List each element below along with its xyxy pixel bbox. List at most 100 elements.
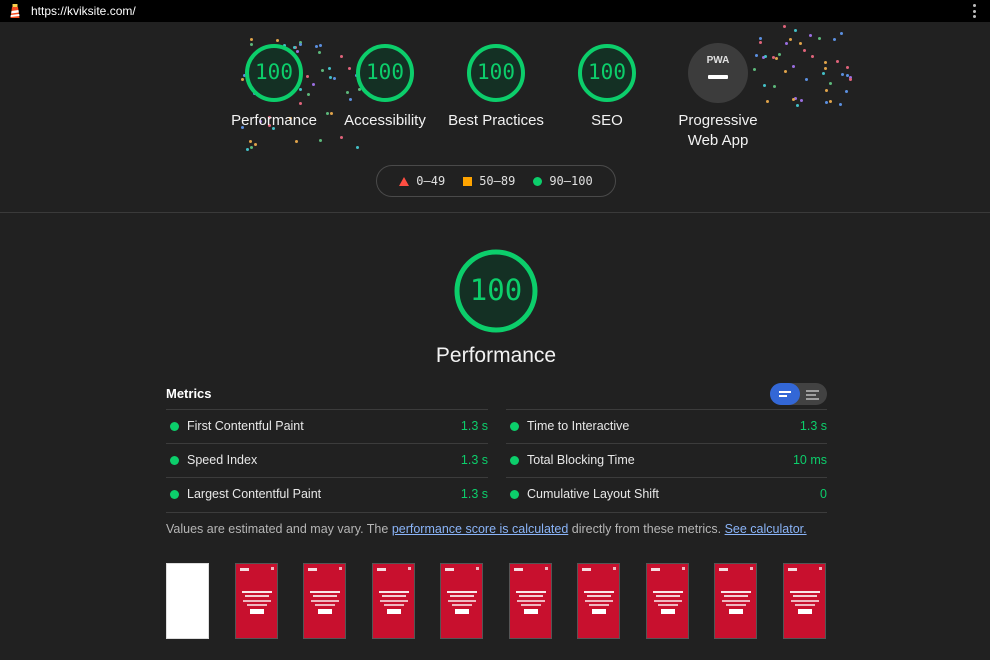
confetti-dot bbox=[840, 32, 843, 35]
score-scale-legend: 0–49 50–89 90–100 bbox=[376, 165, 616, 197]
confetti-dot bbox=[829, 82, 832, 85]
confetti-dot bbox=[340, 136, 343, 139]
filmstrip-frame bbox=[166, 563, 209, 639]
confetti-dot bbox=[818, 37, 821, 40]
confetti-dot bbox=[846, 66, 849, 69]
category-gauge: 100 bbox=[436, 248, 556, 334]
confetti-dot bbox=[789, 38, 792, 41]
metrics-note: Values are estimated and may vary. The p… bbox=[166, 522, 807, 536]
metric-value: 0 bbox=[820, 487, 827, 501]
metric-name: Cumulative Layout Shift bbox=[527, 487, 660, 501]
section-divider bbox=[0, 212, 990, 213]
filmstrip-frame bbox=[235, 563, 278, 639]
filmstrip-frame bbox=[577, 563, 620, 639]
legend-average: 50–89 bbox=[463, 174, 515, 188]
metric-row: Speed Index 1.3 s bbox=[166, 443, 488, 477]
pass-circle-icon bbox=[170, 422, 179, 431]
filmstrip-frame bbox=[783, 563, 826, 639]
category-title: Performance bbox=[435, 344, 557, 367]
confetti-dot bbox=[783, 25, 786, 28]
legend-fail: 0–49 bbox=[399, 174, 445, 188]
confetti-dot bbox=[794, 29, 797, 32]
confetti-dot bbox=[799, 42, 802, 45]
filmstrip-frame bbox=[372, 563, 415, 639]
score-calculated-link[interactable]: performance score is calculated bbox=[392, 522, 568, 536]
confetti-dot bbox=[809, 34, 812, 37]
gauge-label: Progressive Web App bbox=[678, 112, 758, 149]
metric-row: Largest Contentful Paint 1.3 s bbox=[166, 477, 488, 511]
confetti-dot bbox=[250, 146, 253, 149]
pwa-badge-text: PWA bbox=[706, 55, 730, 66]
metric-value: 1.3 s bbox=[460, 487, 488, 501]
lighthouse-icon bbox=[10, 4, 20, 18]
confetti-dot bbox=[796, 104, 799, 107]
confetti-dot bbox=[822, 72, 825, 75]
confetti-dot bbox=[759, 37, 762, 40]
confetti-dot bbox=[319, 139, 322, 142]
confetti-dot bbox=[276, 39, 279, 42]
toggle-compact[interactable] bbox=[770, 383, 800, 405]
confetti-dot bbox=[805, 78, 808, 81]
filmstrip-frame bbox=[714, 563, 757, 639]
pass-circle-icon bbox=[510, 490, 519, 499]
pass-circle-icon bbox=[170, 490, 179, 499]
metric-name: First Contentful Paint bbox=[187, 419, 304, 433]
confetti-dot bbox=[254, 143, 257, 146]
filmstrip-frame bbox=[303, 563, 346, 639]
confetti-dot bbox=[811, 55, 814, 58]
legend-pass: 90–100 bbox=[533, 174, 593, 188]
more-options-icon[interactable] bbox=[972, 4, 976, 18]
metric-row: Time to Interactive 1.3 s bbox=[506, 409, 827, 443]
metrics-divider bbox=[166, 512, 827, 513]
gauge-pwa[interactable]: PWA Progressive Web App bbox=[648, 43, 788, 151]
square-icon bbox=[463, 176, 473, 186]
confetti-dot bbox=[825, 101, 828, 104]
filmstrip-frame bbox=[440, 563, 483, 639]
metric-row: Cumulative Layout Shift 0 bbox=[506, 477, 827, 511]
confetti-dot bbox=[824, 67, 827, 70]
metric-name: Largest Contentful Paint bbox=[187, 487, 322, 501]
metric-row: Total Blocking Time 10 ms bbox=[506, 443, 827, 477]
metrics-view-toggle[interactable] bbox=[770, 383, 827, 405]
pass-circle-icon bbox=[170, 456, 179, 465]
confetti-dot bbox=[250, 38, 253, 41]
confetti-dot bbox=[824, 61, 827, 64]
see-calculator-link[interactable]: See calculator. bbox=[725, 522, 807, 536]
confetti-dot bbox=[849, 78, 852, 81]
confetti-dot bbox=[800, 99, 803, 102]
confetti-dot bbox=[792, 65, 795, 68]
pass-circle-icon bbox=[510, 422, 519, 431]
metric-value: 1.3 s bbox=[460, 453, 488, 467]
metric-name: Total Blocking Time bbox=[527, 453, 635, 467]
metric-value: 10 ms bbox=[792, 453, 827, 467]
confetti-dot bbox=[846, 74, 849, 77]
metric-name: Time to Interactive bbox=[527, 419, 630, 433]
metric-name: Speed Index bbox=[187, 453, 258, 467]
compact-view-icon bbox=[779, 391, 791, 393]
confetti-dot bbox=[845, 90, 848, 93]
metric-value: 1.3 s bbox=[460, 419, 488, 433]
confetti-dot bbox=[829, 100, 832, 103]
confetti-dot bbox=[246, 148, 249, 151]
url-text[interactable]: https://kviksite.com/ bbox=[31, 4, 136, 18]
filmstrip-frame bbox=[509, 563, 552, 639]
confetti-dot bbox=[841, 73, 844, 76]
circle-icon bbox=[533, 176, 543, 186]
confetti-dot bbox=[836, 60, 839, 63]
confetti-dot bbox=[295, 140, 298, 143]
triangle-icon bbox=[399, 176, 410, 186]
pwa-badge-icon bbox=[688, 43, 748, 103]
confetti-dot bbox=[839, 103, 842, 106]
category-score: 100 bbox=[469, 273, 523, 307]
confetti-dot bbox=[792, 98, 795, 101]
confetti-dot bbox=[249, 140, 252, 143]
metric-row: First Contentful Paint 1.3 s bbox=[166, 409, 488, 443]
confetti-dot bbox=[833, 38, 836, 41]
metrics-heading: Metrics bbox=[166, 386, 212, 401]
confetti-dot bbox=[356, 146, 359, 149]
address-bar: https://kviksite.com/ bbox=[0, 0, 990, 22]
confetti-dot bbox=[825, 89, 828, 92]
filmstrip-frame bbox=[646, 563, 689, 639]
expanded-view-icon bbox=[806, 390, 819, 392]
confetti-dot bbox=[803, 49, 806, 52]
